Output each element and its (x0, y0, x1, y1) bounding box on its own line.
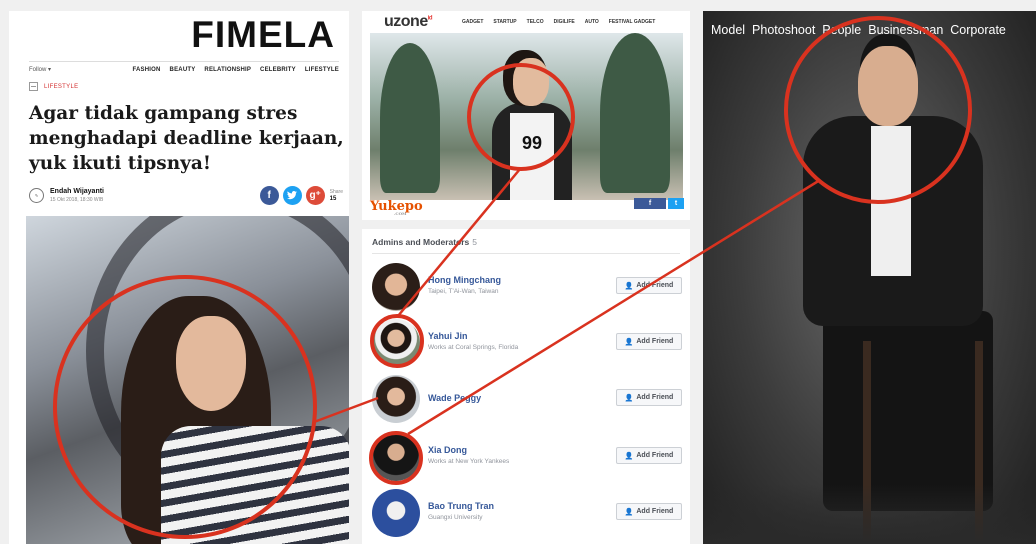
nav-gadget[interactable]: GADGET (462, 19, 483, 25)
tag-model[interactable]: Model (711, 23, 745, 37)
author-name[interactable]: Endah Wijayanti (50, 188, 104, 195)
member-row: Xia Dong Works at New York Yankees 👤 Add … (372, 433, 682, 483)
member-name[interactable]: Yahui Jin (428, 331, 468, 341)
uzone-share-buttons: f t (632, 198, 684, 209)
fimela-logo[interactable]: FIMELA (191, 14, 335, 56)
jersey-number: 99 (510, 113, 554, 200)
member-row: Hong Mingchang Taipei, T'Ai-Wan, Taiwan … (372, 263, 682, 313)
facebook-icon[interactable]: f (259, 186, 279, 205)
nav-fashion[interactable]: FASHION (132, 67, 160, 73)
nav-relationship[interactable]: RELATIONSHIP (204, 67, 251, 73)
tag-photoshoot[interactable]: Photoshoot (752, 23, 815, 37)
admins-count: 5 (472, 237, 478, 247)
nav-startup[interactable]: STARTUP (493, 19, 516, 25)
add-friend-button[interactable]: 👤 Add Friend (616, 503, 682, 520)
facebook-share-button[interactable]: f (634, 198, 666, 209)
share-count: Share 15 (330, 189, 343, 203)
nav-beauty[interactable]: BEAUTY (170, 67, 196, 73)
share-label: Share (329, 188, 343, 195)
add-friend-button[interactable]: 👤 Add Friend (616, 447, 682, 464)
follow-dropdown[interactable]: Follow ▾ (29, 66, 51, 73)
author-avatar[interactable]: ✎ (29, 188, 44, 203)
tag-people[interactable]: People (822, 23, 861, 37)
avatar[interactable] (372, 489, 420, 537)
stock-tag-nav: Model Photoshoot People Businessman Corp… (711, 23, 1013, 37)
member-name[interactable]: Bao Trung Tran (428, 501, 494, 511)
uzone-logo[interactable]: uzoneid (384, 13, 433, 31)
nav-celebrity[interactable]: CELEBRITY (260, 67, 296, 73)
fimela-article-panel: FIMELA Follow ▾ FASHION BEAUTY RELATIONS… (9, 11, 349, 544)
tag-businessman[interactable]: Businessman (868, 23, 943, 37)
avatar[interactable] (372, 263, 420, 311)
category-label[interactable]: LIFESTYLE (44, 84, 78, 90)
category-row: LIFESTYLE (29, 82, 78, 91)
nav-telco[interactable]: TELCO (527, 19, 544, 25)
member-row: Bao Trung Tran Guangxi University 👤 Add F… (372, 489, 682, 539)
nav-auto[interactable]: AUTO (585, 19, 599, 25)
member-name[interactable]: Wade Peggy (428, 393, 481, 403)
article-hero-photo (26, 216, 349, 544)
nav-festival-gadget[interactable]: FESTIVAL GADGET (609, 19, 655, 25)
divider (372, 253, 680, 254)
article-headline: Agar tidak gampang stres menghadapi dead… (29, 103, 344, 174)
author-row: ✎ Endah Wijayanti 15 Okt 2018, 18:30 WIB (29, 188, 104, 203)
uzone-nav-bar: GADGET STARTUP TELCO DIGILIFE AUTO FESTI… (462, 19, 665, 25)
share-row: f g⁺ Share 15 (256, 186, 343, 205)
article-date: 15 Okt 2018, 18:30 WIB (50, 197, 104, 203)
google-plus-icon[interactable]: g⁺ (305, 186, 325, 205)
twitter-share-button[interactable]: t (668, 198, 684, 209)
twitter-icon[interactable] (282, 186, 302, 205)
member-subtitle: Works at Coral Springs, Florida (428, 344, 519, 351)
stock-photo-panel: Model Photoshoot People Businessman Corp… (703, 11, 1036, 544)
admins-title: Admins and Moderators 5 (372, 237, 478, 247)
add-friend-icon: 👤 (624, 282, 634, 290)
fimela-nav-bar: Follow ▾ FASHION BEAUTY RELATIONSHIP CEL… (29, 61, 339, 77)
member-subtitle: Guangxi University (428, 514, 483, 521)
category-icon (29, 82, 38, 91)
avatar[interactable] (372, 433, 420, 481)
member-subtitle: Works at New York Yankees (428, 458, 510, 465)
tag-corporate[interactable]: Corporate (950, 23, 1006, 37)
member-row: Yahui Jin Works at Coral Springs, Florid… (372, 319, 682, 369)
yukepo-logo[interactable]: Yukepo .COM (370, 199, 423, 216)
add-friend-button[interactable]: 👤 Add Friend (616, 277, 682, 294)
uzone-article-panel: uzoneid GADGET STARTUP TELCO DIGILIFE AU… (362, 11, 690, 220)
add-friend-icon: 👤 (624, 394, 634, 402)
add-friend-button[interactable]: 👤 Add Friend (616, 389, 682, 406)
add-friend-icon: 👤 (624, 508, 634, 516)
avatar[interactable] (372, 375, 420, 423)
admins-moderators-panel: Admins and Moderators 5 Hong Mingchang Ta… (362, 229, 690, 544)
add-friend-icon: 👤 (624, 452, 634, 460)
add-friend-button[interactable]: 👤 Add Friend (616, 333, 682, 350)
member-name[interactable]: Hong Mingchang (428, 275, 501, 285)
add-friend-icon: 👤 (624, 338, 634, 346)
nav-digilife[interactable]: DIGILIFE (554, 19, 575, 25)
share-number: 15 (329, 195, 337, 202)
nav-lifestyle[interactable]: LIFESTYLE (305, 67, 339, 73)
member-row: Wade Peggy 👤 Add Friend (372, 375, 682, 425)
member-subtitle: Taipei, T'Ai-Wan, Taiwan (428, 288, 499, 295)
avatar[interactable] (372, 319, 420, 367)
uzone-article-photo: 99 (370, 33, 683, 200)
member-name[interactable]: Xia Dong (428, 445, 467, 455)
